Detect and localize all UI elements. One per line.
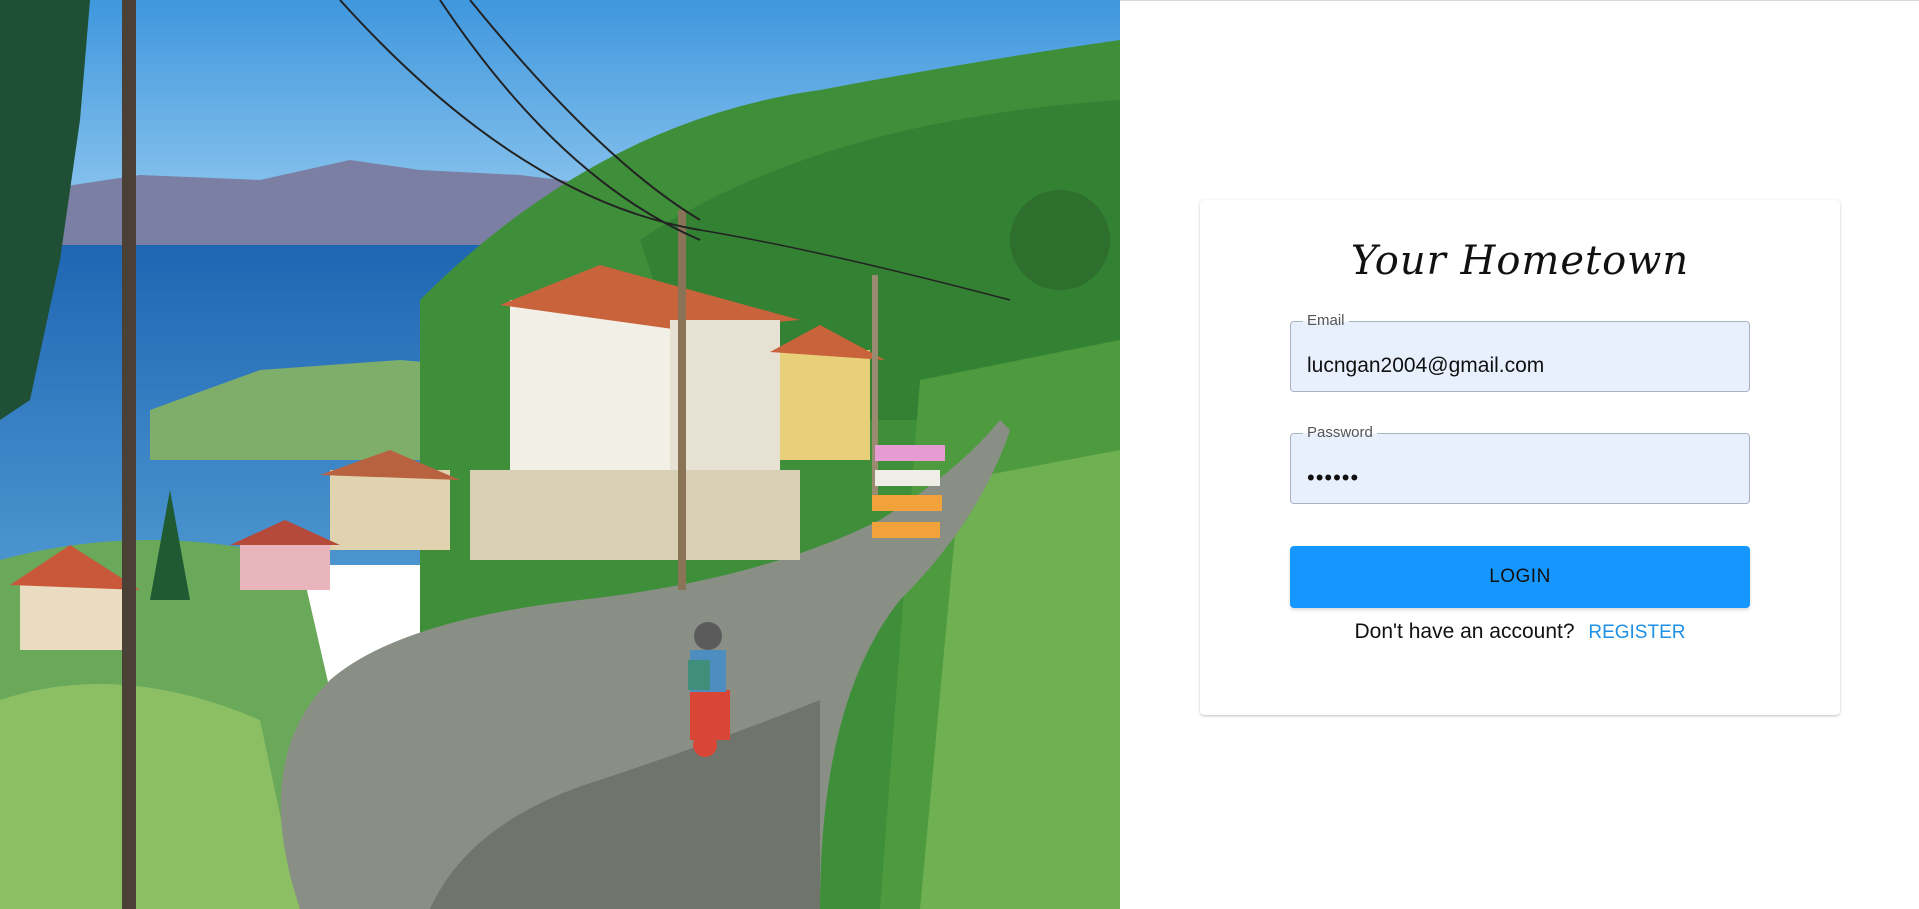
login-button[interactable]: LOGIN	[1290, 546, 1750, 608]
hero-illustration	[0, 0, 1120, 909]
email-input[interactable]	[1291, 322, 1749, 391]
register-prompt: Don't have an account?	[1354, 620, 1575, 643]
landscape-illustration-icon	[0, 0, 1120, 909]
brand-title: Your Hometown	[1350, 238, 1690, 284]
password-field[interactable]: Password	[1290, 424, 1750, 504]
register-row: Don't have an account? REGISTER	[1200, 620, 1840, 644]
password-input[interactable]	[1291, 434, 1749, 503]
login-card: Your Hometown Email Password LOGIN Don't…	[1200, 200, 1840, 715]
register-link[interactable]: REGISTER	[1588, 622, 1685, 643]
email-field[interactable]: Email	[1290, 312, 1750, 392]
